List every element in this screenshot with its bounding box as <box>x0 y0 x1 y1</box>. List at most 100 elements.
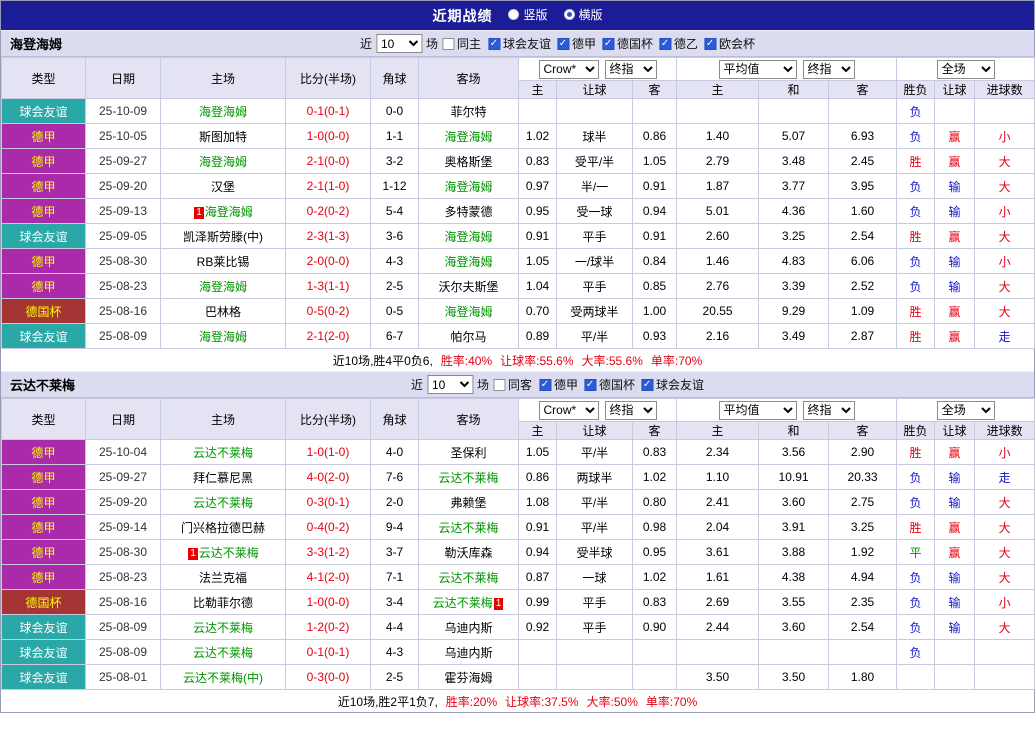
match-date: 25-08-01 <box>85 664 161 690</box>
league-checkbox[interactable]: ✓ 德国杯 <box>602 35 653 52</box>
score-link[interactable]: 4-1(2-0) <box>285 564 371 590</box>
away-team-link[interactable]: 海登海姆 <box>444 130 492 144</box>
home-team-link[interactable]: 海登海姆 <box>199 280 247 294</box>
away-team-link[interactable]: 菲尔特 <box>450 105 486 119</box>
result-cell: 胜 <box>896 514 936 540</box>
home-team-link[interactable]: 拜仁慕尼黑 <box>193 471 253 485</box>
home-team-link[interactable]: 斯图加特 <box>199 130 247 144</box>
asia-home-odds: 1.04 <box>518 273 557 299</box>
same-venue-checkbox[interactable]: 同客 <box>492 376 532 393</box>
europe-company-select[interactable]: 平均值 <box>718 59 797 79</box>
score-link[interactable]: 0-2(0-2) <box>285 198 371 224</box>
asia-time-select[interactable]: 终指 <box>604 400 657 420</box>
away-team-link[interactable]: 多特蒙德 <box>444 205 492 219</box>
goals-result-cell: 大 <box>974 489 1035 515</box>
home-team-link[interactable]: 云达不莱梅(中) <box>183 671 263 685</box>
home-team-link[interactable]: 巴林格 <box>205 305 241 319</box>
asia-time-select[interactable]: 终指 <box>604 59 657 79</box>
league-checkbox[interactable]: ✓ 德甲 <box>539 376 578 393</box>
away-team-link[interactable]: 沃尔夫斯堡 <box>438 280 498 294</box>
match-count-select[interactable]: 10 <box>375 34 422 53</box>
score-link[interactable]: 2-1(1-0) <box>285 173 371 199</box>
scope-select[interactable]: 全场 <box>936 400 995 420</box>
league-checkbox[interactable]: ✓ 德甲 <box>557 35 596 52</box>
away-team-link[interactable]: 云达不莱梅 <box>433 596 493 610</box>
away-team-link[interactable]: 乌迪内斯 <box>444 621 492 635</box>
score-link[interactable]: 0-1(0-1) <box>285 98 371 124</box>
home-team-link[interactable]: 门兴格拉德巴赫 <box>181 521 265 535</box>
score-link[interactable]: 0-4(0-2) <box>285 514 371 540</box>
home-team-link[interactable]: RB莱比锡 <box>197 255 250 269</box>
away-team-link[interactable]: 云达不莱梅 <box>438 571 498 585</box>
summary-stat: 大率:55.6% <box>581 353 643 368</box>
away-team-link[interactable]: 乌迪内斯 <box>444 646 492 660</box>
home-team-link[interactable]: 海登海姆 <box>199 155 247 169</box>
score-link[interactable]: 2-0(0-0) <box>285 248 371 274</box>
home-team-link[interactable]: 云达不莱梅 <box>193 446 253 460</box>
home-team-link[interactable]: 海登海姆 <box>199 105 247 119</box>
score-link[interactable]: 0-1(0-1) <box>285 639 371 665</box>
same-venue-checkbox[interactable]: 同主 <box>441 35 481 52</box>
corner-score: 5-4 <box>370 198 419 224</box>
score-link[interactable]: 1-0(0-0) <box>285 123 371 149</box>
europe-time-select[interactable]: 终指 <box>802 400 855 420</box>
score-link[interactable]: 2-1(2-0) <box>285 323 371 349</box>
score-link[interactable]: 2-1(0-0) <box>285 148 371 174</box>
away-team-link[interactable]: 弗赖堡 <box>450 496 486 510</box>
league-checkbox[interactable]: ✓ 德国杯 <box>584 376 635 393</box>
home-team-cell: 巴林格 <box>160 298 286 324</box>
home-team-link[interactable]: 凯泽斯劳滕(中) <box>183 230 263 244</box>
europe-time-select[interactable]: 终指 <box>802 59 855 79</box>
asia-company-select[interactable]: Crow* <box>538 59 599 79</box>
asia-handicap <box>556 664 633 690</box>
goals-result-cell: 大 <box>974 614 1035 640</box>
score-link[interactable]: 0-3(0-1) <box>285 489 371 515</box>
away-team-link[interactable]: 奥格斯堡 <box>444 155 492 169</box>
radio-horizontal[interactable]: 横版 <box>563 6 603 23</box>
scope-select[interactable]: 全场 <box>936 59 995 79</box>
col-europe-draw: 和 <box>758 80 830 99</box>
score-link[interactable]: 1-0(0-0) <box>285 589 371 615</box>
league-checkbox[interactable]: ✓ 球会友谊 <box>487 35 551 52</box>
league-checkbox[interactable]: ✓ 德乙 <box>659 35 698 52</box>
away-team-link[interactable]: 圣保利 <box>450 446 486 460</box>
home-team-link[interactable]: 汉堡 <box>211 180 235 194</box>
league-checkbox[interactable]: ✓ 球会友谊 <box>641 376 704 393</box>
score-link[interactable]: 1-3(1-1) <box>285 273 371 299</box>
away-team-link[interactable]: 帕尔马 <box>450 330 486 344</box>
away-team-link[interactable]: 霍芬海姆 <box>444 671 492 685</box>
result-cell: 负 <box>896 564 936 590</box>
score-link[interactable]: 0-3(0-0) <box>285 664 371 690</box>
score-link[interactable]: 1-2(0-2) <box>285 614 371 640</box>
title-bar: 近期战绩 竖版 横版 <box>1 1 1034 30</box>
home-team-link[interactable]: 海登海姆 <box>205 205 253 219</box>
radio-vertical[interactable]: 竖版 <box>508 6 548 23</box>
home-team-link[interactable]: 海登海姆 <box>199 330 247 344</box>
away-team-link[interactable]: 云达不莱梅 <box>438 521 498 535</box>
away-team-link[interactable]: 海登海姆 <box>444 230 492 244</box>
league-checkbox[interactable]: ✓ 欧会杯 <box>704 35 755 52</box>
home-team-link[interactable]: 云达不莱梅 <box>193 646 253 660</box>
away-team-link[interactable]: 云达不莱梅 <box>438 471 498 485</box>
away-team-link[interactable]: 海登海姆 <box>444 255 492 269</box>
handicap-result-cell <box>934 639 976 665</box>
league-label: 球会友谊 <box>502 37 551 51</box>
home-team-link[interactable]: 比勒菲尔德 <box>193 596 253 610</box>
league-type-badge: 德甲 <box>1 439 86 465</box>
away-team-link[interactable]: 海登海姆 <box>444 305 492 319</box>
away-team-link[interactable]: 勒沃库森 <box>444 546 492 560</box>
score-link[interactable]: 0-5(0-2) <box>285 298 371 324</box>
score-link[interactable]: 2-3(1-3) <box>285 223 371 249</box>
score-link[interactable]: 4-0(2-0) <box>285 464 371 490</box>
home-team-link[interactable]: 云达不莱梅 <box>193 621 253 635</box>
away-team-link[interactable]: 海登海姆 <box>444 180 492 194</box>
score-link[interactable]: 1-0(1-0) <box>285 439 371 465</box>
goals-result-cell: 大 <box>974 173 1035 199</box>
asia-company-select[interactable]: Crow* <box>538 400 599 420</box>
home-team-link[interactable]: 云达不莱梅 <box>193 496 253 510</box>
match-count-select[interactable]: 10 <box>426 375 473 394</box>
home-team-link[interactable]: 法兰克福 <box>199 571 247 585</box>
europe-company-select[interactable]: 平均值 <box>718 400 797 420</box>
home-team-link[interactable]: 云达不莱梅 <box>199 546 259 560</box>
score-link[interactable]: 3-3(1-2) <box>285 539 371 565</box>
